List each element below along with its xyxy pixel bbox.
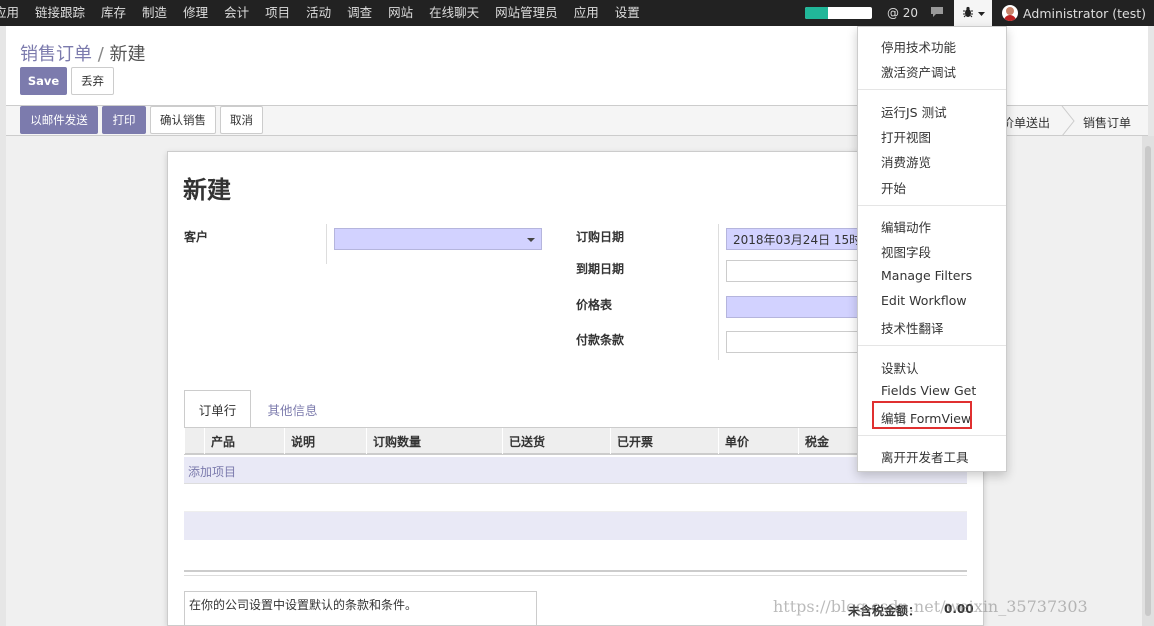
menu-divider [858, 89, 1006, 90]
menu-live-chat[interactable]: 在线聊天 [421, 0, 487, 26]
column-header[interactable]: 单价 [718, 428, 798, 454]
separator [326, 224, 327, 264]
order-date-label: 订购日期 [576, 230, 625, 244]
menu-project[interactable]: 项目 [257, 0, 298, 26]
menu-divider [858, 345, 1006, 346]
menu-apps-2[interactable]: 应用 [566, 0, 607, 26]
column-header[interactable]: 已送货 [502, 428, 610, 454]
avatar [1002, 5, 1019, 21]
navbar-right: @ 20 Administrator (test) [804, 0, 1154, 26]
menu-item-manage-filters[interactable]: Manage Filters [881, 268, 972, 283]
breadcrumb-current: 新建 [109, 44, 146, 65]
terms-note-field[interactable]: 在你的公司设置中设置默认的条款和条件。 [184, 591, 537, 626]
menu-manufacturing[interactable]: 制造 [134, 0, 175, 26]
main-menu: 应用 链接跟踪 库存 制造 修理 会计 项目 活动 调查 网站 在线聊天 网站管… [0, 0, 648, 26]
cancel-button[interactable]: 取消 [220, 106, 263, 134]
menu-accounting[interactable]: 会计 [216, 0, 257, 26]
add-item-link[interactable]: 添加项目 [188, 463, 236, 480]
caret-down-icon [527, 238, 535, 242]
menu-divider [858, 205, 1006, 206]
save-button[interactable]: Save [20, 67, 67, 95]
stage-sale-order[interactable]: 销售订单 [1083, 114, 1131, 131]
menu-inventory[interactable]: 库存 [93, 0, 134, 26]
menu-repair[interactable]: 修理 [175, 0, 216, 26]
column-header[interactable]: 说明 [284, 428, 366, 454]
menu-item-start-tour[interactable]: 开始 [881, 178, 906, 197]
bug-icon [962, 6, 974, 21]
tab-other-info[interactable]: 其他信息 [255, 390, 330, 428]
user-name: Administrator (test) [1023, 5, 1146, 21]
print-button[interactable]: 打印 [102, 106, 146, 134]
chat-icon[interactable] [930, 6, 944, 21]
menu-link-tracker[interactable]: 链接跟踪 [27, 0, 93, 26]
breadcrumb: 销售订单 / 新建 [20, 40, 146, 66]
debug-menu-button[interactable] [954, 0, 993, 26]
menu-apps[interactable]: 应用 [0, 0, 27, 26]
form-title: 新建 [183, 176, 231, 204]
progress-fill [804, 7, 829, 19]
table-row: 添加项目 [184, 457, 967, 484]
table-row [184, 512, 967, 540]
planner-progress-bar[interactable] [804, 7, 872, 19]
expiry-date-label: 到期日期 [576, 262, 625, 276]
confirm-sale-button[interactable]: 确认销售 [150, 106, 216, 134]
vertical-scrollbar[interactable] [1142, 136, 1154, 626]
menu-item-open-view[interactable]: 打开视图 [881, 127, 931, 146]
pricelist-select[interactable] [726, 296, 866, 318]
stage-quotation-sent[interactable]: 价单送出 [1002, 114, 1050, 131]
table-row [184, 540, 967, 568]
table-row [184, 484, 967, 512]
top-navbar: 应用 链接跟踪 库存 制造 修理 会计 项目 活动 调查 网站 在线聊天 网站管… [0, 0, 1154, 26]
caret-down-icon [977, 7, 985, 20]
watermark: https://blog.csdn.net/weixin_35737303 [773, 597, 1088, 616]
menu-website[interactable]: 网站 [380, 0, 421, 26]
column-header[interactable]: 订购数量 [366, 428, 502, 454]
column-header[interactable]: 产品 [204, 428, 284, 454]
breadcrumb-separator: / [97, 44, 104, 65]
payment-terms-select[interactable] [726, 331, 866, 353]
menu-item-consume-tours[interactable]: 消费游览 [881, 152, 931, 171]
menu-settings[interactable]: 设置 [607, 0, 648, 26]
menu-item-leave-developer-tools[interactable]: 离开开发者工具 [881, 447, 969, 466]
menu-survey[interactable]: 调查 [339, 0, 380, 26]
menu-item-edit-action[interactable]: 编辑动作 [881, 217, 931, 236]
separator [718, 224, 719, 360]
menu-item-activate-assets-debug[interactable]: 激活资产调试 [881, 62, 956, 81]
order-lines-header: 产品 说明 订购数量 已送货 已开票 单价 税金 [184, 428, 967, 455]
menu-item-edit-workflow[interactable]: Edit Workflow [881, 293, 967, 308]
breadcrumb-sale-orders[interactable]: 销售订单 [20, 44, 92, 65]
customer-select[interactable] [334, 228, 542, 250]
highlight-box [872, 401, 972, 429]
messages-counter[interactable]: @ 20 [887, 6, 918, 20]
menu-divider [858, 435, 1006, 436]
menu-item-set-defaults[interactable]: 设默认 [881, 358, 919, 377]
menu-item-fields-view-get[interactable]: Fields View Get [881, 383, 976, 398]
customer-label: 客户 [184, 230, 209, 244]
menu-item-view-fields[interactable]: 视图字段 [881, 242, 931, 261]
expiry-date-field[interactable] [726, 260, 866, 282]
menu-item-technical-translation[interactable]: 技术性翻译 [881, 318, 944, 337]
send-by-email-button[interactable]: 以邮件发送 [20, 106, 98, 134]
tab-order-lines[interactable]: 订单行 [184, 390, 251, 428]
menu-events[interactable]: 活动 [298, 0, 339, 26]
user-menu[interactable]: Administrator (test) [1002, 5, 1146, 21]
payment-terms-label: 付款条款 [576, 333, 625, 347]
scrollbar-thumb[interactable] [1145, 146, 1151, 616]
table-footer-divider [184, 570, 967, 576]
column-header[interactable]: 已开票 [610, 428, 718, 454]
menu-item-disable-technical[interactable]: 停用技术功能 [881, 37, 956, 56]
menu-webmaster[interactable]: 网站管理员 [487, 0, 566, 26]
order-date-field[interactable]: 2018年03月24日 15时 [726, 228, 866, 250]
stage-arrow-icon [1061, 106, 1075, 136]
handle-column [184, 428, 204, 454]
discard-button[interactable]: 丢弃 [71, 67, 114, 95]
pricelist-label: 价格表 [576, 298, 613, 312]
menu-item-run-js-tests[interactable]: 运行JS 测试 [881, 102, 947, 121]
